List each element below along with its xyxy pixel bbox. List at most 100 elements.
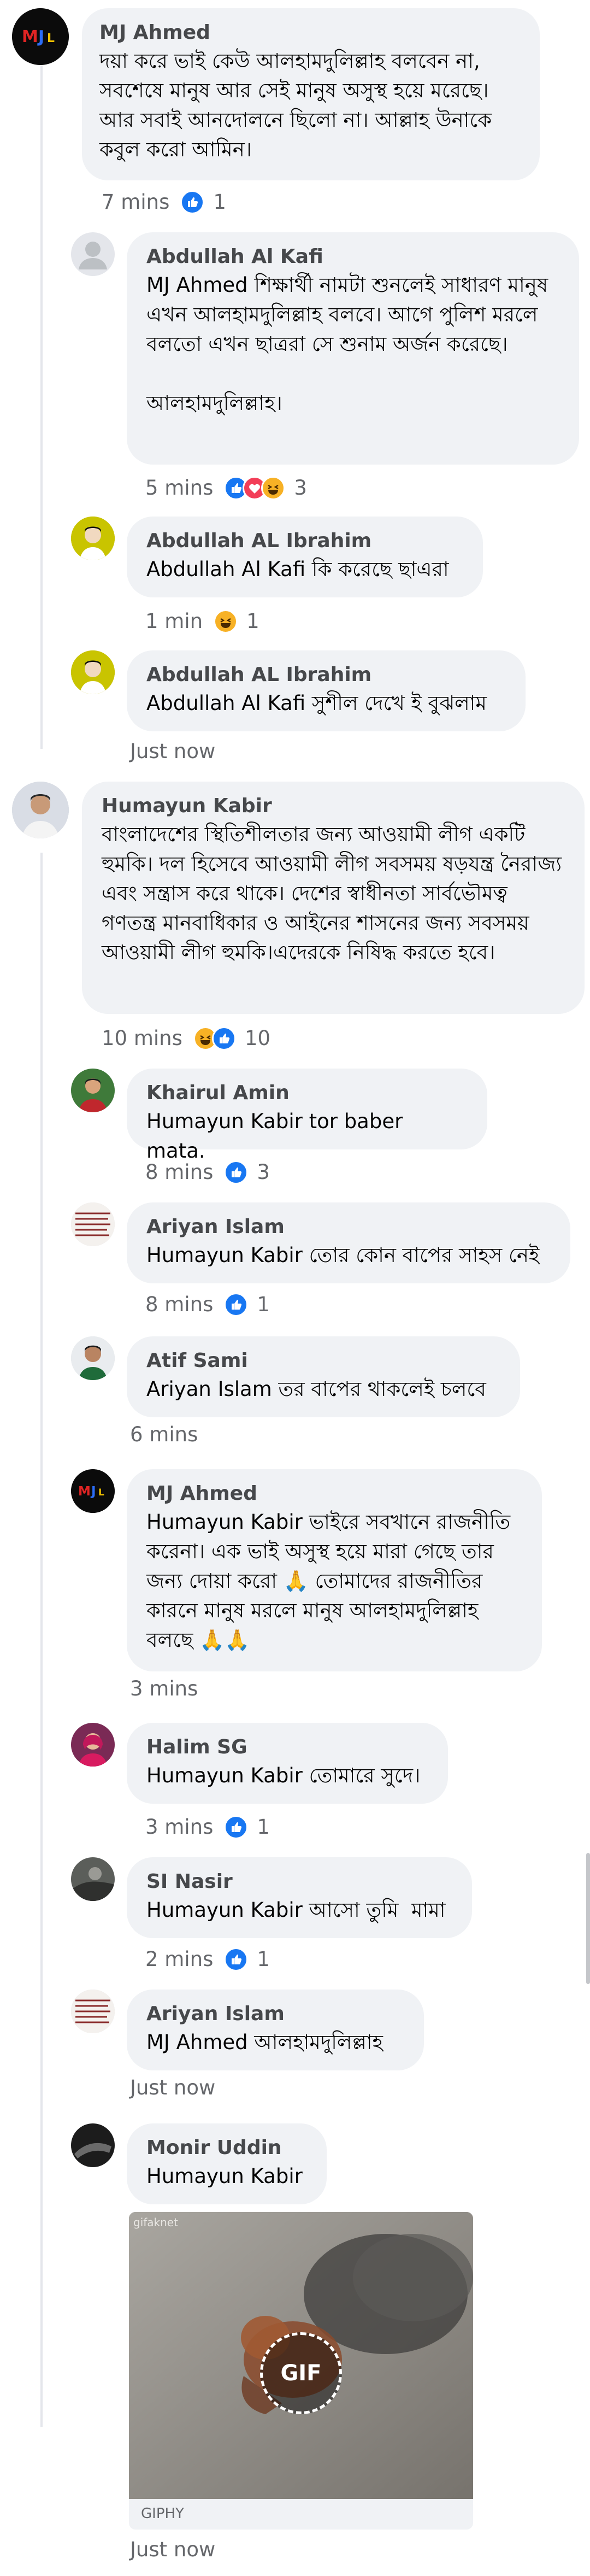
comment-bubble: Monir Uddin Humayun Kabir: [127, 2123, 327, 2204]
like-icon: [224, 1947, 249, 1971]
mj-logo-icon: M J L: [71, 1469, 115, 1513]
comment-meta: 2 mins 1: [145, 1946, 270, 1973]
comment-text: Ariyan Islam তর বাপের থাকলেই চলবে: [146, 1377, 486, 1401]
gif-watermark: gifaknet: [133, 2216, 178, 2229]
avatar[interactable]: M J L: [71, 1469, 115, 1513]
reaction-icons[interactable]: [224, 1947, 249, 1971]
comment-bubble: Humayun Kabir বাংলাদেশের স্থিতিশীলতার জন…: [82, 782, 585, 1014]
avatar[interactable]: [71, 1857, 115, 1901]
avatar[interactable]: [71, 1990, 115, 2033]
comment-time[interactable]: 10 mins: [102, 1025, 182, 1052]
reaction-count[interactable]: 1: [257, 1946, 270, 1973]
comment-author[interactable]: Ariyan Islam: [146, 2000, 404, 2028]
comment-bubble: MJ Ahmed Humayun Kabir ভাইরে সবখানে রাজন…: [127, 1469, 542, 1671]
comment-text: Humayun Kabir: [146, 2164, 303, 2188]
comment-text: MJ Ahmed শিক্ষার্থী নামটা শুনলেই সাধারণ …: [146, 273, 548, 415]
svg-text:L: L: [98, 1487, 104, 1498]
gif-source[interactable]: GIPHY: [129, 2499, 473, 2530]
comment-time[interactable]: 1 min: [145, 608, 203, 635]
comment-author[interactable]: Humayun Kabir: [102, 793, 565, 820]
avatar[interactable]: M J L: [12, 8, 69, 65]
avatar[interactable]: [71, 1336, 115, 1380]
comment-bubble: Ariyan Islam MJ Ahmed আলহামদুলিল্লাহ: [127, 1990, 424, 2070]
avatar[interactable]: [71, 517, 115, 560]
comment-meta: Just now: [130, 2536, 223, 2563]
user-photo-icon: [71, 1990, 115, 2033]
comment-author[interactable]: Abdullah Al Kafi: [146, 243, 559, 271]
comment-time[interactable]: 7 mins: [102, 189, 169, 216]
haha-icon: [214, 609, 238, 633]
comment-meta: 3 mins 1: [145, 1814, 270, 1841]
user-photo-icon: [71, 517, 115, 560]
reaction-icons[interactable]: [193, 1026, 236, 1051]
comment-meta: Just now: [130, 2074, 223, 2102]
reaction-count[interactable]: 1: [257, 1814, 270, 1841]
like-icon: [224, 1815, 249, 1839]
reaction-count[interactable]: 10: [245, 1025, 270, 1052]
reaction-count[interactable]: 1: [213, 189, 226, 216]
comment-time[interactable]: Just now: [130, 738, 215, 765]
reaction-icons[interactable]: [224, 1160, 249, 1184]
comment-author[interactable]: Khairul Amin: [146, 1079, 468, 1107]
comment-time[interactable]: Just now: [130, 2536, 215, 2563]
gif-attachment[interactable]: gifaknet GIF: [129, 2212, 473, 2499]
comment-author[interactable]: Ariyan Islam: [146, 1213, 551, 1241]
avatar[interactable]: [71, 232, 115, 276]
comment-time[interactable]: 3 mins: [130, 1675, 198, 1703]
comment-time[interactable]: 2 mins: [145, 1946, 213, 1973]
comment-meta: 7 mins 1: [102, 189, 226, 216]
user-photo-icon: [71, 650, 115, 694]
scrollbar[interactable]: [586, 1853, 590, 1984]
comment-author[interactable]: MJ Ahmed: [99, 19, 522, 46]
comment-author[interactable]: Atif Sami: [146, 1347, 500, 1375]
comment-author[interactable]: Monir Uddin: [146, 2134, 307, 2162]
comment-text: Humayun Kabir ভাইরে সবখানে রাজনীতি করেনা…: [146, 1510, 517, 1652]
reaction-icons[interactable]: [224, 1293, 249, 1317]
comment-author[interactable]: Halim SG: [146, 1734, 428, 1761]
comment-text: Humayun Kabir তোমারে সুদে।: [146, 1764, 421, 1787]
comment-text: Abdullah Al Kafi কি করেছে ছাএরা: [146, 558, 449, 581]
comment-time[interactable]: Just now: [130, 2074, 215, 2102]
comment-meta: 3 mins: [130, 1675, 205, 1703]
avatar[interactable]: [71, 1069, 115, 1112]
like-icon: [211, 1026, 236, 1051]
avatar[interactable]: [71, 2123, 115, 2167]
comment-author[interactable]: SI Nasir: [146, 1868, 452, 1896]
svg-text:L: L: [47, 32, 55, 45]
reaction-icons[interactable]: [224, 476, 286, 500]
gif-play-button[interactable]: GIF: [260, 2332, 342, 2414]
comment-time[interactable]: 8 mins: [145, 1291, 213, 1318]
comment-bubble: Ariyan Islam Humayun Kabir তোর কোন বাপের…: [127, 1202, 570, 1283]
avatar[interactable]: [71, 650, 115, 694]
comment-bubble: Abdullah Al Kafi MJ Ahmed শিক্ষার্থী নাম…: [127, 232, 579, 465]
reaction-count[interactable]: 1: [246, 608, 259, 635]
comment-bubble: Abdullah AL Ibrahim Abdullah Al Kafi সুশ…: [127, 650, 526, 731]
comment-time[interactable]: 8 mins: [145, 1159, 213, 1186]
comment-time[interactable]: 3 mins: [145, 1814, 213, 1841]
comment-author[interactable]: MJ Ahmed: [146, 1480, 522, 1507]
comment-meta: Just now: [130, 738, 223, 765]
avatar[interactable]: [71, 1202, 115, 1246]
avatar[interactable]: [12, 782, 69, 838]
comment-text: Humayun Kabir আসো তুমি মামা: [146, 1898, 446, 1922]
reaction-icons[interactable]: [180, 190, 205, 214]
reaction-count[interactable]: 1: [257, 1291, 270, 1318]
gif-source-label: GIPHY: [141, 2505, 184, 2522]
like-icon: [180, 190, 205, 214]
comment-text: Humayun Kabir tor baber mata.: [146, 1110, 410, 1163]
comment-meta: 6 mins: [130, 1421, 205, 1448]
like-icon: [224, 1293, 249, 1317]
comment-bubble: Halim SG Humayun Kabir তোমারে সুদে।: [127, 1723, 448, 1804]
reaction-count[interactable]: 3: [257, 1159, 270, 1186]
reaction-icons[interactable]: [224, 1815, 249, 1839]
avatar[interactable]: [71, 1723, 115, 1767]
comment-text: বাংলাদেশের স্থিতিশীলতার জন্য আওয়ামী লীগ…: [102, 823, 568, 964]
comment-time[interactable]: 5 mins: [145, 474, 213, 502]
reaction-icons[interactable]: [214, 609, 238, 633]
haha-icon: [261, 476, 286, 500]
comment-time[interactable]: 6 mins: [130, 1421, 198, 1448]
comment-author[interactable]: Abdullah AL Ibrahim: [146, 661, 506, 689]
reaction-count[interactable]: 3: [294, 474, 307, 502]
comment-author[interactable]: Abdullah AL Ibrahim: [146, 527, 463, 555]
svg-text:M: M: [22, 27, 38, 46]
